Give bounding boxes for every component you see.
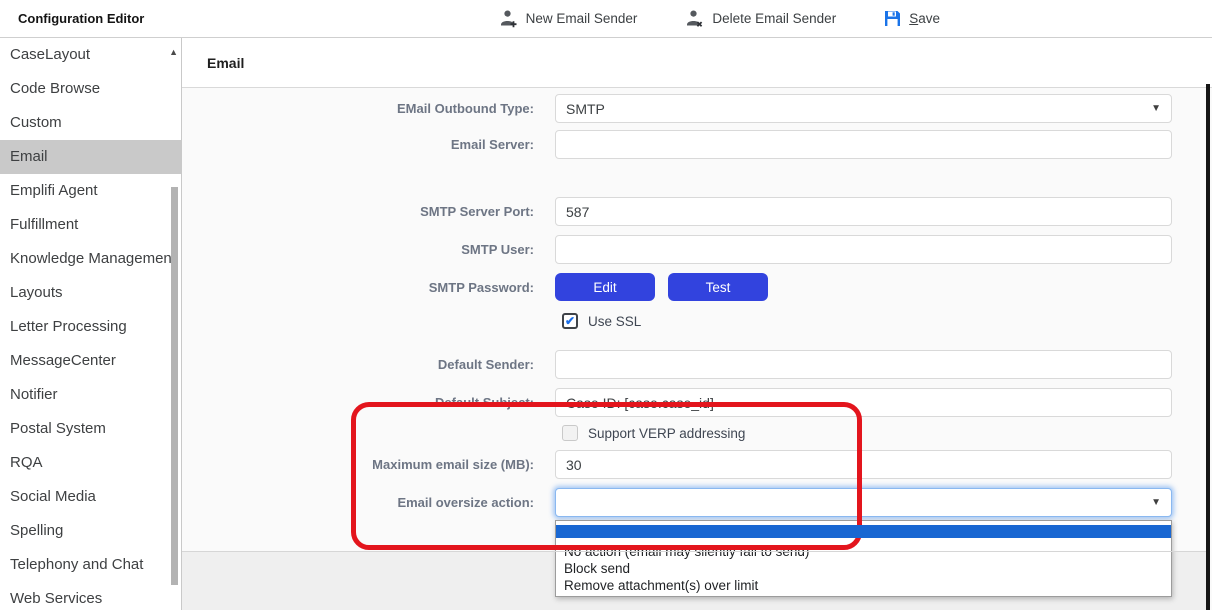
verp-row: Support VERP addressing [182,425,1212,441]
default-subject-row: Default Subject: Case ID: [case.case_id] [182,388,1212,417]
person-remove-icon [685,9,704,28]
sidebar-item-fulfillment[interactable]: Fulfillment [0,208,181,242]
sidebar-item-notifier[interactable]: Notifier [0,378,181,412]
email-senders-divider [182,551,1206,552]
smtp-password-row: SMTP Password: Edit Test [182,273,1212,301]
sidebar-scroll-up-icon[interactable] [169,48,178,57]
dropdown-option-block-send[interactable]: Block send [556,560,1171,577]
delete-email-sender-label: Delete Email Sender [712,11,836,26]
default-subject-input[interactable]: Case ID: [case.case_id] [555,388,1172,417]
save-floppy-icon [884,10,901,27]
default-sender-input[interactable] [555,350,1172,379]
smtp-user-row: SMTP User: [182,235,1212,264]
use-ssl-checkbox[interactable] [562,313,578,329]
sidebar-item-emplifi-agent[interactable]: Emplifi Agent [0,174,181,208]
sidebar-item-spelling[interactable]: Spelling [0,514,181,548]
max-email-size-input[interactable]: 30 [555,450,1172,479]
sidebar-item-caselayout[interactable]: CaseLayout [0,38,181,72]
outbound-type-value: SMTP [566,101,605,117]
delete-email-sender-button[interactable]: Delete Email Sender [685,9,836,28]
main-content: Email EMail Outbound Type: SMTP Email Se… [182,38,1212,610]
max-email-size-row: Maximum email size (MB): 30 [182,450,1212,479]
new-email-sender-button[interactable]: New Email Sender [499,9,638,28]
use-ssl-row: Use SSL [182,313,1212,329]
save-label: Save [909,11,940,26]
sidebar-scrollbar-thumb[interactable] [171,187,178,585]
smtp-password-edit-button[interactable]: Edit [555,273,655,301]
default-subject-label: Default Subject: [182,395,546,410]
default-sender-label: Default Sender: [182,357,546,372]
outbound-type-row: EMail Outbound Type: SMTP [182,94,1212,123]
smtp-port-input[interactable]: 587 [555,197,1172,226]
sidebar-item-custom[interactable]: Custom [0,106,181,140]
sidebar-item-knowledge-management[interactable]: Knowledge Management [0,242,181,276]
sidebar-item-messagecenter[interactable]: MessageCenter [0,344,181,378]
sidebar-item-code-browse[interactable]: Code Browse [0,72,181,106]
smtp-port-label: SMTP Server Port: [182,204,546,219]
verp-checkbox[interactable] [562,425,578,441]
person-add-icon [499,9,518,28]
sidebar-item-web-services[interactable]: Web Services [0,582,181,610]
email-server-label: Email Server: [182,137,546,152]
smtp-user-label: SMTP User: [182,242,546,257]
sidebar-item-letter-processing[interactable]: Letter Processing [0,310,181,344]
smtp-password-test-button[interactable]: Test [668,273,768,301]
dropdown-option-remove-attachments[interactable]: Remove attachment(s) over limit [556,577,1171,594]
outbound-type-label: EMail Outbound Type: [182,101,546,116]
save-button[interactable]: Save [884,10,940,27]
oversize-action-dropdown-list: No action (email may silently fail to se… [555,520,1172,597]
default-sender-row: Default Sender: [182,350,1212,379]
toolbar: New Email Sender Delete Email Sender [499,9,940,28]
email-server-input[interactable] [555,130,1172,159]
sidebar-item-email[interactable]: Email [0,140,181,174]
verp-label: Support VERP addressing [588,426,745,441]
max-email-size-label: Maximum email size (MB): [182,457,546,472]
oversize-action-row: Email oversize action: No action (email … [182,488,1212,517]
dropdown-option-blank-highlighted[interactable] [556,525,1171,538]
use-ssl-label: Use SSL [588,314,641,329]
smtp-password-label: SMTP Password: [182,280,546,295]
chevron-down-icon [1151,103,1161,114]
smtp-port-row: SMTP Server Port: 587 [182,197,1212,226]
oversize-action-label: Email oversize action: [182,495,546,510]
new-email-sender-label: New Email Sender [526,11,638,26]
chevron-down-icon [1151,497,1161,508]
sidebar-item-telephony-and-chat[interactable]: Telephony and Chat [0,548,181,582]
outbound-type-select[interactable]: SMTP [555,94,1172,123]
window-title: Configuration Editor [18,11,144,26]
configuration-editor-window: Configuration Editor New Email Sender [0,0,1212,610]
panel-header: Email [182,38,1212,88]
email-server-row: Email Server: [182,130,1212,159]
sidebar-item-rqa[interactable]: RQA [0,446,181,480]
window-right-edge [1206,84,1210,610]
oversize-action-select[interactable] [555,488,1172,517]
top-bar: Configuration Editor New Email Sender [0,0,1212,38]
smtp-user-input[interactable] [555,235,1172,264]
sidebar-item-layouts[interactable]: Layouts [0,276,181,310]
sidebar: CaseLayout Code Browse Custom Email Empl… [0,38,182,610]
sidebar-item-social-media[interactable]: Social Media [0,480,181,514]
sidebar-item-postal-system[interactable]: Postal System [0,412,181,446]
